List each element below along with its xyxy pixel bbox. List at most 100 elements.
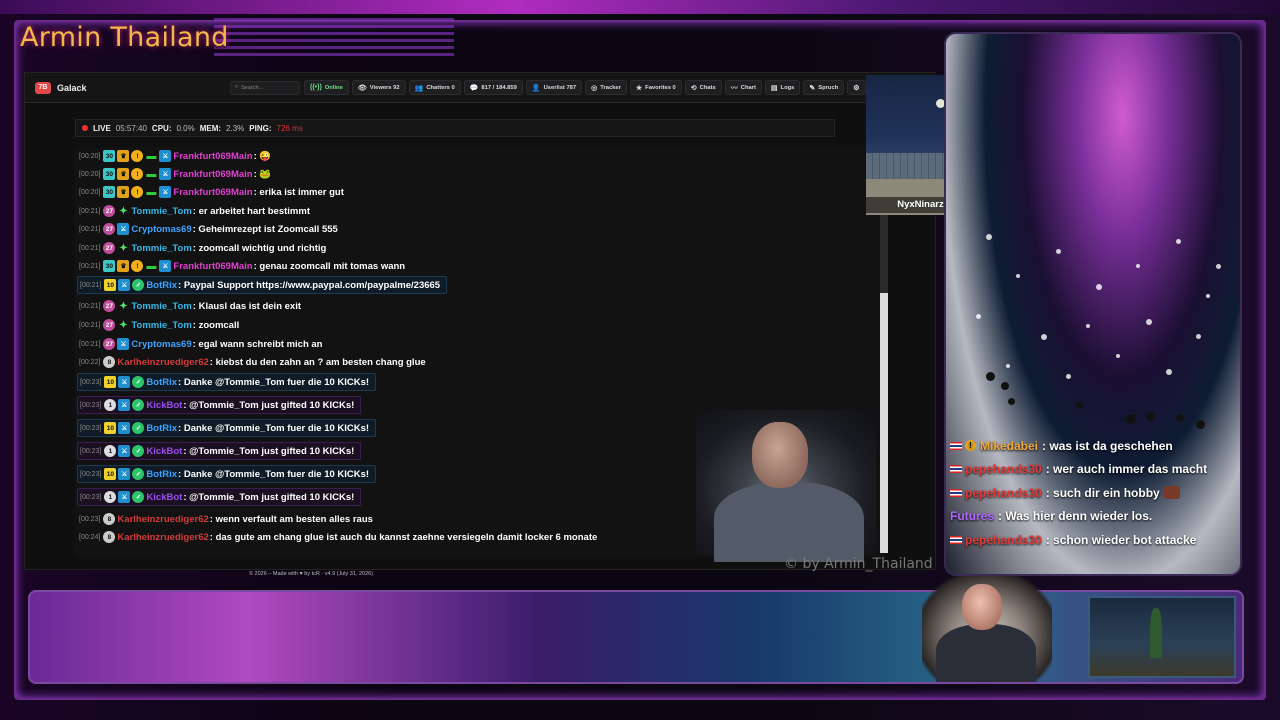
quote-icon: ✎ (809, 84, 816, 92)
chat-username[interactable]: Tommie_Tom (131, 206, 191, 217)
mem-label: MEM: (199, 123, 222, 133)
chat-username[interactable]: Tommie_Tom (131, 243, 191, 254)
sub-badge-icon: 30 (103, 150, 116, 162)
search-input[interactable]: ⌕ Search... (230, 80, 300, 95)
brand-logo-icon: 7B (35, 81, 51, 94)
overlay-chat-text: : schon wieder bot attacke (1045, 532, 1197, 547)
chat-message: [00:20] 30 ♛! ▬ ⚔ Frankfurt069Main: 🐸 (77, 165, 271, 183)
sword-badge-icon: ⚔ (159, 168, 172, 180)
chat-message: [00:22] 8 Karlheinzruediger62: kiebst du d… (77, 353, 426, 371)
chat-icon: 💬 (469, 84, 479, 92)
nav-button-chat[interactable]: 💬 817 / 184.859 (463, 80, 523, 95)
scroll-thumb[interactable] (880, 293, 888, 553)
chat-text: : genau zoomcall mit tomas wann (253, 260, 406, 272)
overlay-chat-text: : Was hier denn wieder los. (998, 509, 1153, 524)
overlay-username: pepehands30 (965, 532, 1042, 547)
footer-text: © 2026 – Made with ♥ by tcR · v4.9 (July… (248, 571, 374, 577)
nav-button-history[interactable]: ⟲ Chats (684, 80, 722, 95)
snowflake-decoration (1136, 264, 1140, 268)
snowflake-decoration (986, 234, 992, 240)
chat-username[interactable]: KickBot (146, 492, 182, 503)
brand[interactable]: 7B Galack (25, 81, 230, 94)
sword-badge-icon: ⚔ (159, 150, 172, 162)
thai-flag-icon (950, 535, 962, 544)
nav-button-user[interactable]: 👤 Userlist 787 (525, 80, 583, 95)
chat-username[interactable]: Frankfurt069Main (173, 151, 252, 162)
chat-username[interactable]: BotRix (146, 423, 177, 434)
timestamp: [00:20] (79, 188, 101, 196)
nav-button-signal[interactable]: ((•)) Online (304, 80, 349, 95)
coin-badge-icon: ! (131, 260, 144, 272)
nav-button-tracker[interactable]: ◎ Tracker (585, 80, 627, 95)
chat-text: : 😜 (253, 150, 272, 162)
verified-badge-icon: ✓ (132, 468, 145, 480)
chat-text: : @Tommie_Tom just gifted 10 KICKs! (183, 491, 355, 503)
level-badge-icon: 8 (103, 356, 116, 368)
chat-username[interactable]: Karlheinzruediger62 (117, 532, 208, 543)
streamer-webcam (696, 410, 876, 562)
nav-button-quote[interactable]: ✎ Spruch (803, 80, 845, 95)
nav-button-label: Online (324, 84, 343, 91)
chat-text: : Paypal Support https://www.paypal.com/… (178, 279, 441, 291)
nav-button-users[interactable]: 👥 Chatters 0 (408, 80, 461, 95)
sub-badge-icon: 30 (103, 186, 116, 198)
chat-username[interactable]: KickBot (146, 400, 182, 411)
snowflake-decoration (1066, 374, 1071, 379)
cam2-person-head (962, 584, 1002, 630)
chat-text: : Klausl das ist dein exit (192, 300, 302, 312)
dark-particle-decoration (1001, 382, 1009, 390)
title-stripes (214, 18, 454, 60)
eye-icon: 👁 (357, 84, 367, 92)
history-icon: ⟲ (690, 84, 697, 92)
chat-username[interactable]: Tommie_Tom (131, 301, 191, 312)
chat-username[interactable]: Frankfurt069Main (173, 169, 252, 180)
nav-button-label: Tracker (600, 84, 621, 91)
chat-text: : wenn verfault am besten alles raus (209, 513, 373, 525)
settings-button[interactable]: ⚙ (847, 80, 866, 95)
top-glow (0, 0, 1280, 14)
verified-badge-icon: ✓ (132, 376, 145, 388)
chat-username[interactable]: Cryptomas69 (131, 339, 191, 350)
timestamp: [00:23] (79, 515, 101, 523)
chat-username[interactable]: Cryptomas69 (131, 224, 191, 235)
nav-button-eye[interactable]: 👁 Viewers 92 (351, 80, 406, 95)
crown-badge-icon: ♛ (117, 260, 130, 272)
snowflake-decoration (1166, 369, 1172, 375)
chat-username[interactable]: BotRix (146, 280, 177, 291)
chat-username[interactable]: KickBot (146, 446, 182, 457)
timestamp: [00:21] (79, 225, 101, 233)
snowflake-decoration (1086, 324, 1090, 328)
level-badge-icon: 10 (104, 468, 117, 480)
chat-username[interactable]: Frankfurt069Main (173, 187, 252, 198)
chat-message: [00:21] 27 ✦ Tommie_Tom: er arbeitet hart b… (77, 202, 310, 220)
chat-text: : zoomcall (192, 319, 240, 331)
dark-particle-decoration (1008, 398, 1015, 405)
chat-username[interactable]: Tommie_Tom (131, 320, 191, 331)
thai-flag-icon (950, 488, 962, 497)
nav-button-chart[interactable]: 〰 Chart (724, 80, 762, 95)
chat-username[interactable]: Frankfurt069Main (173, 261, 252, 272)
chat-username[interactable]: BotRix (146, 377, 177, 388)
nav-button-label: Favorites 0 (645, 84, 676, 91)
thai-flag-icon (950, 465, 962, 474)
chat-scrollbar[interactable] (880, 213, 888, 553)
chat-username[interactable]: BotRix (146, 469, 177, 480)
timestamp: [00:21] (79, 262, 101, 270)
gear-icon: ⚙ (853, 84, 860, 92)
chat-message: [00:21] 27 ✦ Tommie_Tom: zoomcall wichtig u… (77, 239, 326, 257)
timestamp: [00:23] (80, 401, 102, 409)
snowflake-decoration (1041, 334, 1047, 340)
gift-badge-icon: ▬ (146, 260, 157, 272)
timestamp: [00:21] (80, 281, 102, 289)
snowflake-decoration (1056, 249, 1061, 254)
sword-badge-icon: ⚔ (118, 445, 131, 457)
nav-button-star[interactable]: ★ Favorites 0 (629, 80, 682, 95)
verified-badge-icon: ✓ (132, 445, 145, 457)
nav-button-logs[interactable]: ▤ Logs (764, 80, 801, 95)
snowflake-decoration (1016, 274, 1020, 278)
star-badge-icon: ✦ (119, 300, 128, 312)
live-label: LIVE (93, 123, 111, 133)
chat-username[interactable]: Karlheinzruediger62 (117, 357, 208, 368)
live-time: 05:57:40 (115, 123, 147, 133)
chat-username[interactable]: Karlheinzruediger62 (117, 514, 208, 525)
